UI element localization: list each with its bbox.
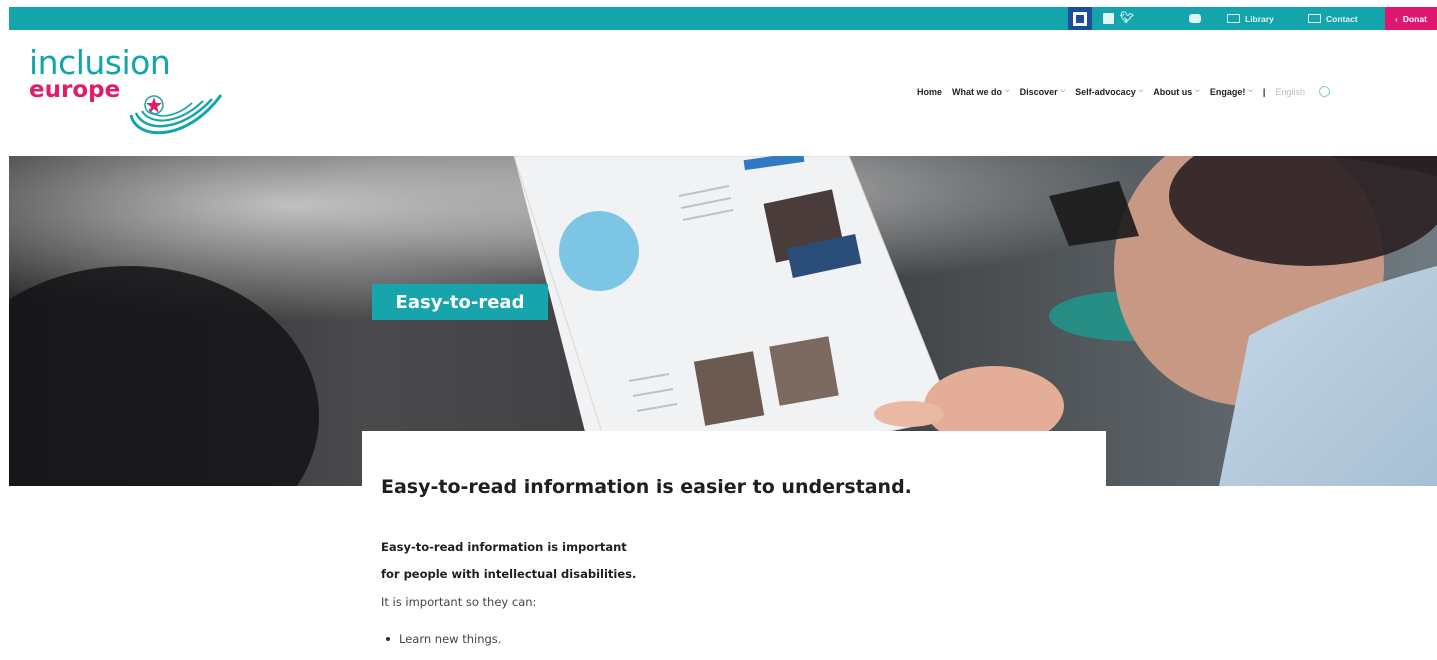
content-card: Easy-to-read information is easier to un… (362, 431, 1106, 660)
nav-label: Self-advocacy (1075, 86, 1136, 97)
nav-label: What we do (952, 86, 1003, 97)
chevron-down-icon: ⌵ (1248, 88, 1253, 94)
chevron-down-icon: ⌵ (1060, 88, 1066, 94)
library-link[interactable]: Library (1227, 7, 1274, 30)
donate-label: Donat (1402, 13, 1427, 24)
search-icon[interactable] (1318, 86, 1330, 97)
page-title: Easy-to-read information is easier to un… (381, 476, 912, 498)
nav-item-discover[interactable]: Discover ⌵ (1020, 87, 1066, 97)
envelope-icon (1308, 14, 1321, 23)
language-selector[interactable]: English (1275, 87, 1305, 97)
nav-label: Engage! (1209, 86, 1246, 97)
nav-label: Home (917, 86, 943, 97)
nav-item-what-we-do[interactable]: What we do ⌵ (952, 87, 1010, 97)
nav-item-self-advocacy[interactable]: Self-advocacy ⌵ (1075, 87, 1143, 97)
nav-item-home[interactable]: Home (917, 87, 942, 97)
bullet-icon (386, 637, 390, 641)
book-icon (1227, 14, 1240, 23)
list-item-text: Learn new things. (399, 632, 502, 646)
youtube-icon[interactable] (1189, 7, 1201, 30)
nav-separator: | (1262, 86, 1266, 97)
intro-paragraph: It is important so they can: (381, 595, 537, 609)
main-navigation: Home What we do ⌵ Discover ⌵ Self-advocacy… (917, 86, 1330, 97)
chevron-down-icon: ⌵ (1138, 88, 1144, 94)
twitter-icon[interactable]: 🐦︎ (1120, 7, 1134, 30)
inclusion-europe-logo[interactable]: inclusion europe (29, 46, 239, 141)
intro-bold-line-1: Easy-to-read information is important (381, 540, 627, 554)
nav-item-about-us[interactable]: About us ⌵ (1153, 87, 1200, 97)
nav-item-engage[interactable]: Engage! ⌵ (1210, 87, 1253, 97)
list-item: Learn new things. (386, 632, 501, 646)
chevron-down-icon: ⌵ (1005, 88, 1010, 94)
nav-label: Discover (1019, 86, 1058, 97)
donate-button[interactable]: ‹ Donat (1385, 7, 1437, 30)
easy-to-read-label: Easy-to-read (372, 284, 548, 320)
logo-text-europe: europe (29, 77, 121, 103)
logo-swirl-icon (129, 94, 223, 135)
nav-label: About us (1153, 86, 1193, 97)
contact-label: Contact (1326, 13, 1358, 24)
chevron-down-icon: ⌵ (1195, 88, 1200, 94)
easy-to-read-logo-icon[interactable] (1068, 7, 1092, 30)
facebook-icon[interactable] (1103, 7, 1114, 30)
chevron-left-icon: ‹ (1395, 13, 1398, 24)
top-bar: 🐦︎ Library Contact ‹ Donat (9, 7, 1437, 30)
intro-bold-line-2: for people with intellectual disabilitie… (381, 567, 637, 581)
library-label: Library (1245, 13, 1274, 24)
contact-link[interactable]: Contact (1308, 7, 1358, 30)
